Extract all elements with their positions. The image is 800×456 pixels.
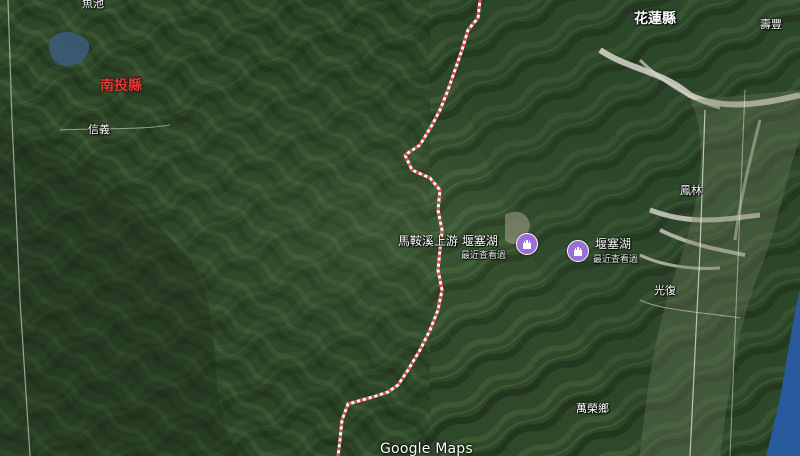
- fenglin-label: 鳳林: [680, 184, 702, 197]
- pin-lake-subtitle: 最近查看過: [593, 255, 639, 265]
- shoufeng-label: 壽豐: [760, 18, 782, 31]
- google-maps-brand: Google Maps: [380, 441, 473, 456]
- terrain-imagery: [0, 0, 800, 456]
- nantou-county-label: 南投縣: [100, 78, 142, 94]
- wanrong-label: 萬榮鄉: [576, 402, 609, 415]
- pin-upstream-subtitle: 最近查看過: [461, 251, 507, 261]
- pin-upstream-marker[interactable]: [516, 233, 538, 255]
- pin-lake-marker[interactable]: [567, 240, 589, 262]
- pin-lake-title[interactable]: 堰塞湖: [595, 238, 631, 250]
- pin-upstream-title[interactable]: 馬鞍溪上游 堰塞湖: [398, 235, 498, 247]
- top-left-partial-label: 魚池: [82, 0, 104, 10]
- castle-icon: [521, 238, 533, 250]
- hualien-county-label: 花蓮縣: [634, 11, 676, 27]
- xinyi-label: 信義: [88, 123, 110, 136]
- satellite-map[interactable]: 魚池 南投縣 信義 花蓮縣 壽豐 鳳林 光復 萬榮鄉 馬鞍溪上游 堰塞湖 最近查…: [0, 0, 800, 456]
- castle-icon: [572, 245, 584, 257]
- guangfu-label: 光復: [654, 284, 676, 297]
